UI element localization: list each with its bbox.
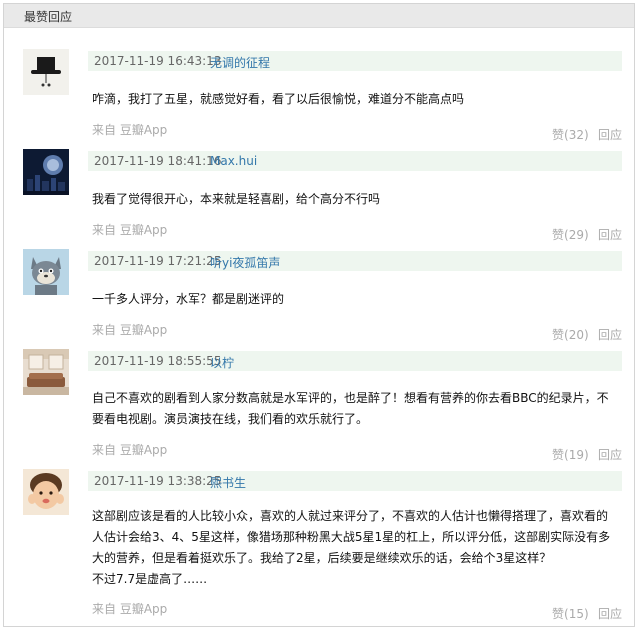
source-prefix: 来自: [92, 123, 117, 137]
comment-text: 咋滴，我打了五星，就感觉好看，看了以后很愉悦，难道分不能高点吗: [92, 92, 465, 106]
source-app-link[interactable]: 豆瓣App: [120, 443, 167, 457]
reply-button[interactable]: 回应: [598, 446, 622, 463]
comment-source: 来自 豆瓣App: [92, 321, 167, 338]
vote-label: 赞: [552, 328, 565, 342]
comment-meta: 2017-11-19 17:21:25 听yi夜孤笛声: [88, 251, 622, 271]
comment-meta: 2017-11-19 18:55:55 以柠: [88, 351, 622, 371]
vote-button[interactable]: 赞(29): [552, 226, 589, 243]
comment-source: 来自 豆瓣App: [92, 600, 167, 617]
comment-time: 2017-11-19 17:21:25: [94, 254, 222, 268]
avatar[interactable]: [23, 249, 69, 295]
avatar-top-hat-image: [23, 49, 69, 95]
comment-meta: 2017-11-19 16:43:13 无调的征程: [88, 51, 622, 71]
vote-count: (20): [564, 328, 589, 342]
reply-button[interactable]: 回应: [598, 605, 622, 622]
comment-time: 2017-11-19 18:55:55: [94, 354, 222, 368]
source-app-link[interactable]: 豆瓣App: [120, 223, 167, 237]
comment-meta: 2017-11-19 18:41:16 Max.hui: [88, 151, 622, 171]
vote-count: (15): [564, 607, 589, 621]
comment-username[interactable]: 听yi夜孤笛声: [210, 254, 280, 271]
vote-button[interactable]: 赞(19): [552, 446, 589, 463]
comment-time: 2017-11-19 18:41:16: [94, 154, 222, 168]
section-title: 最赞回应: [24, 10, 73, 24]
avatar-room-interior-image: [23, 349, 69, 395]
hot-comments-panel: 最赞回应 2017-11-19 16:43:13 无调的征程 咋滴，我打了五星，…: [3, 3, 635, 627]
avatar-night-city-image: [23, 149, 69, 195]
comment-text: 自己不喜欢的剧看到人家分数高就是水军评的，也是醉了！想看有营养的你去看BBC的纪…: [92, 388, 622, 430]
source-prefix: 来自: [92, 223, 117, 237]
vote-button[interactable]: 赞(32): [552, 126, 589, 143]
reply-button[interactable]: 回应: [598, 226, 622, 243]
source-app-link[interactable]: 豆瓣App: [120, 123, 167, 137]
comment-text-line: 要看电视剧。演员演技在线，我们看的欢乐就行了。: [92, 412, 369, 426]
avatar[interactable]: [23, 49, 69, 95]
comment-text: 一千多人评分，水军？都是剧迷评的: [92, 292, 285, 306]
comment-source: 来自 豆瓣App: [92, 221, 167, 238]
vote-count: (32): [564, 128, 589, 142]
avatar[interactable]: [23, 469, 69, 515]
comment-source: 来自 豆瓣App: [92, 441, 167, 458]
source-prefix: 来自: [92, 443, 117, 457]
comment-source: 来自 豆瓣App: [92, 121, 167, 138]
vote-count: (29): [564, 228, 589, 242]
reply-button[interactable]: 回应: [598, 126, 622, 143]
reply-button[interactable]: 回应: [598, 326, 622, 343]
avatar-cartoon-cat-image: [23, 249, 69, 295]
comment-username[interactable]: 熙书生: [210, 474, 246, 491]
comment-meta: 2017-11-19 13:38:25 熙书生: [88, 471, 622, 491]
section-header: 最赞回应: [4, 4, 634, 28]
comment-username[interactable]: 以柠: [210, 354, 234, 371]
avatar[interactable]: [23, 349, 69, 395]
comment-time: 2017-11-19 13:38:25: [94, 474, 222, 488]
vote-count: (19): [564, 448, 589, 462]
vote-button[interactable]: 赞(20): [552, 326, 589, 343]
comment-text: 我看了觉得很开心，本来就是轻喜剧，给个高分不行吗: [92, 192, 381, 206]
vote-button[interactable]: 赞(15): [552, 605, 589, 622]
vote-label: 赞: [552, 448, 565, 462]
comment-text: 这部剧应该是看的人比较小众，喜欢的人就过来评分了，不喜欢的人估计也懒得搭理了，喜…: [92, 506, 622, 590]
source-prefix: 来自: [92, 323, 117, 337]
comment-username[interactable]: Max.hui: [210, 154, 257, 168]
comment-time: 2017-11-19 16:43:13: [94, 54, 222, 68]
avatar[interactable]: [23, 149, 69, 195]
source-app-link[interactable]: 豆瓣App: [120, 323, 167, 337]
comment-username[interactable]: 无调的征程: [210, 54, 270, 71]
comment-text-line: 大的营养，但是看着挺欢乐了。我给了2星，后续要是继续欢乐的话，会给个3星这样？: [92, 551, 552, 565]
comment-text-line: 人估计会给3、4、5星这样，像猎场那种粉黑大战5星1星的杠上，所以评分低，这部剧…: [92, 530, 611, 544]
comment-text-line: 不过7.7是虚高了……: [92, 572, 208, 586]
vote-label: 赞: [552, 228, 565, 242]
avatar-child-photo-image: [23, 469, 69, 515]
vote-label: 赞: [552, 128, 565, 142]
source-app-link[interactable]: 豆瓣App: [120, 602, 167, 616]
source-prefix: 来自: [92, 602, 117, 616]
vote-label: 赞: [552, 607, 565, 621]
comment-text-line: 这部剧应该是看的人比较小众，喜欢的人就过来评分了，不喜欢的人估计也懒得搭理了，喜…: [92, 509, 609, 523]
comment-text-line: 自己不喜欢的剧看到人家分数高就是水军评的，也是醉了！想看有营养的你去看BBC的纪…: [92, 391, 609, 405]
